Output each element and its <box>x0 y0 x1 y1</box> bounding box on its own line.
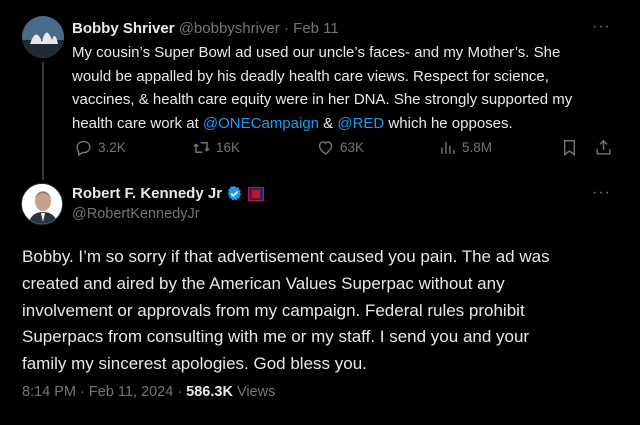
verified-badge-icon[interactable] <box>226 185 243 202</box>
tweet-meta: 8:14 PM · Feb 11, 2024 · 586.3K Views <box>22 384 275 400</box>
parent-tweet-actions: 3.2K 16K 63K 5.8M <box>72 138 618 160</box>
bookmark-icon <box>564 140 575 157</box>
repost-icon <box>193 142 210 153</box>
more-options-icon[interactable]: ··· <box>592 184 611 202</box>
tweet-timestamp[interactable]: 8:14 PM · Feb 11, 2024 · <box>22 384 186 400</box>
share-icon <box>596 139 611 155</box>
parent-author-name[interactable]: Bobby Shriver <box>72 20 175 37</box>
text-segment: health care work at <box>72 114 203 132</box>
views-icon <box>441 141 455 154</box>
mention-red-link[interactable]: @RED <box>337 115 384 132</box>
parent-tweet-header: Bobby Shriver @bobbyshriver · Feb 11 <box>72 20 339 37</box>
views-button[interactable]: 5.8M <box>438 138 492 157</box>
thread-connector-line <box>42 62 44 180</box>
tweet-text-line: My cousin’s Super Bowl ad used our uncle… <box>72 44 561 61</box>
separator-dot: · <box>283 20 289 37</box>
reply-icon <box>76 140 91 157</box>
rfk-jr-avatar[interactable] <box>21 183 63 225</box>
main-tweet-text: Bobby. I’m so sorry if that advertisemen… <box>22 244 622 378</box>
tweet-views-count: 586.3K <box>186 384 233 400</box>
share-button[interactable] <box>594 138 618 157</box>
main-author-handle[interactable]: @RobertKennedyJr <box>72 206 200 222</box>
like-icon <box>318 141 333 155</box>
tweet-text-line: Bobby. I’m so sorry if that advertisemen… <box>22 247 550 266</box>
parent-tweet-date[interactable]: Feb 11 <box>293 20 339 37</box>
repost-count: 16K <box>216 140 241 155</box>
tweet-text-line: involvement or approvals from my campaig… <box>22 300 525 320</box>
parent-author-handle[interactable]: @bobbyshriver <box>179 20 280 37</box>
bookmark-button[interactable] <box>560 138 584 157</box>
tweet-text-line: created and aired by the American Values… <box>22 273 505 293</box>
more-options-icon[interactable]: ··· <box>592 18 611 36</box>
repost-button[interactable]: 16K <box>192 138 240 157</box>
reply-count: 3.2K <box>98 140 126 155</box>
tweet-text-line: would be appalled by his deadly health c… <box>72 67 549 85</box>
parent-tweet-text: My cousin’s Super Bowl ad used our uncle… <box>72 41 618 135</box>
tweet-text-line: Superpacs from consulting with me or my … <box>22 327 530 347</box>
like-count: 63K <box>340 140 365 155</box>
tweet-text-line: family my sincerest apologies. God bless… <box>22 354 367 374</box>
text-segment: & <box>319 114 338 132</box>
flag-icon <box>248 186 265 201</box>
views-label: Views <box>232 384 276 400</box>
main-author-name[interactable]: Robert F. Kennedy Jr <box>72 185 222 202</box>
main-tweet-header: Robert F. Kennedy Jr <box>72 185 265 202</box>
tweet-text-line: vaccines, & health care equity were in h… <box>72 91 573 109</box>
text-segment: which he opposes. <box>384 114 513 132</box>
like-button[interactable]: 63K <box>316 138 364 157</box>
bobby-shriver-avatar[interactable] <box>22 16 64 58</box>
views-count: 5.8M <box>462 140 493 155</box>
reply-button[interactable]: 3.2K <box>74 138 126 157</box>
tweet-text-line: health care work at @ONECampaign & @RED … <box>72 112 618 136</box>
mention-onecampaign-link[interactable]: @ONECampaign <box>203 115 319 132</box>
